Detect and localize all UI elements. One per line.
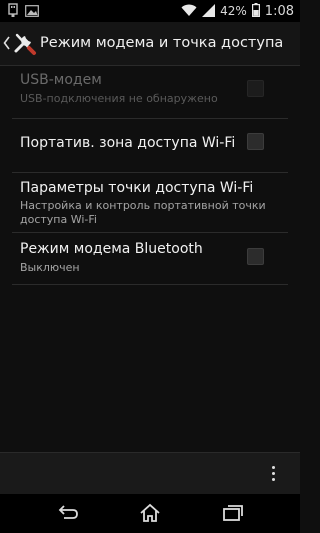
status-bar: 42% 1:08 [0, 0, 300, 22]
bluetooth-tethering-summary: Выключен [20, 261, 80, 274]
bluetooth-tethering-item[interactable]: Режим модема Bluetooth Выключен [0, 233, 300, 285]
wifi-hotspot-settings-summary: Настройка и контроль портативной точки д… [20, 199, 266, 226]
signal-icon [202, 2, 216, 21]
wifi-hotspot-settings-item[interactable]: Параметры точки доступа Wi-Fi Настройка … [0, 173, 300, 235]
wifi-icon [181, 2, 197, 21]
home-icon[interactable] [137, 501, 163, 525]
page-title: Режим модема и точка доступа [40, 35, 284, 51]
bluetooth-tethering-checkbox[interactable] [247, 248, 264, 265]
usb-icon [8, 2, 18, 21]
navigation-bar [0, 494, 300, 533]
wifi-hotspot-settings-title: Параметры точки доступа Wi-Fi [20, 180, 254, 196]
more-options-icon[interactable] [270, 465, 278, 483]
bottom-action-bar [0, 452, 300, 495]
usb-tethering-checkbox[interactable] [247, 80, 264, 97]
recent-apps-icon[interactable] [220, 501, 246, 525]
back-icon[interactable] [54, 501, 80, 525]
battery-percent: 42% [220, 4, 247, 18]
chevron-left-icon[interactable] [3, 35, 10, 54]
wifi-hotspot-title: Портатив. зона доступа Wi-Fi [20, 135, 236, 151]
usb-tethering-title: USB-модем [20, 72, 102, 88]
action-bar[interactable]: Режим модема и точка доступа [0, 22, 300, 66]
wifi-hotspot-item[interactable]: Портатив. зона доступа Wi-Fi [0, 119, 300, 171]
image-icon [25, 2, 39, 21]
bluetooth-tethering-title: Режим модема Bluetooth [20, 241, 203, 257]
battery-icon [251, 2, 260, 21]
wifi-hotspot-checkbox[interactable] [247, 133, 264, 150]
divider [12, 284, 288, 285]
clock: 1:08 [264, 3, 294, 19]
usb-tethering-item[interactable]: USB-модем USB-подключения не обнаружено [0, 65, 300, 117]
tools-icon[interactable] [11, 30, 37, 60]
usb-tethering-summary: USB-подключения не обнаружено [20, 92, 218, 105]
